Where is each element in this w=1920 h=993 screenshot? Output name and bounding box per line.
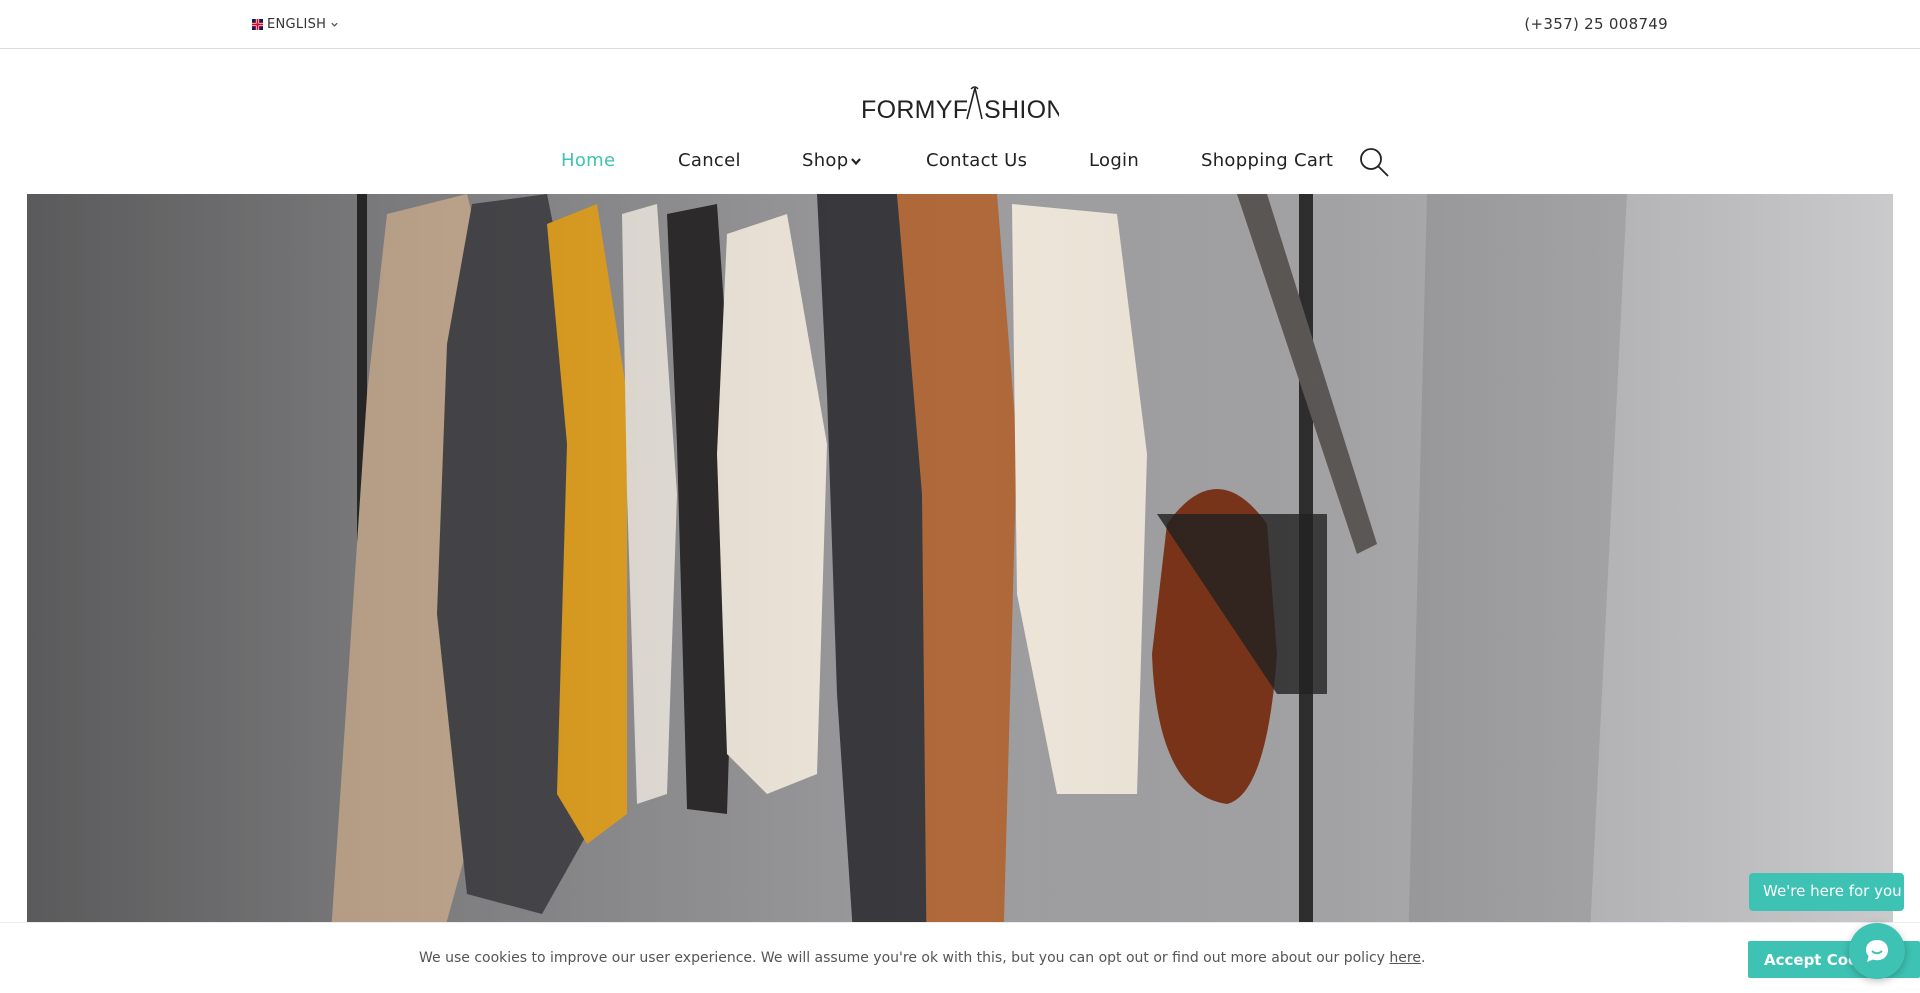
- chevron-down-icon: [851, 157, 862, 165]
- nav-item-contact-us[interactable]: Contact Us: [926, 150, 1027, 171]
- chat-greeting[interactable]: We're here for you: [1749, 873, 1904, 911]
- nav-item-shop-label: Shop: [802, 150, 849, 171]
- top-bar: ENGLISH (+357) 25 008749: [0, 0, 1920, 49]
- nav-item-shop[interactable]: Shop: [802, 150, 862, 171]
- chevron-down-icon: [331, 22, 338, 27]
- logo-text-left: FORMYF: [861, 96, 968, 121]
- hero-banner: [27, 194, 1893, 993]
- main-nav: Home Cancel Shop Contact Us Login Shoppi…: [0, 146, 1920, 178]
- nav-item-home[interactable]: Home: [561, 150, 615, 171]
- cookie-text-end: .: [1420, 950, 1426, 966]
- nav-item-cancel[interactable]: Cancel: [678, 150, 741, 171]
- chat-button[interactable]: [1849, 923, 1905, 979]
- language-selector[interactable]: ENGLISH: [252, 17, 339, 32]
- search-icon[interactable]: [1358, 146, 1390, 178]
- logo-text-right: SHION: [984, 96, 1059, 121]
- cookie-policy-link[interactable]: here: [1389, 950, 1421, 966]
- uk-flag-icon: [252, 19, 263, 30]
- phone-number[interactable]: (+357) 25 008749: [1524, 15, 1668, 33]
- nav-item-shopping-cart[interactable]: Shopping Cart: [1201, 150, 1333, 171]
- nav-item-login[interactable]: Login: [1089, 150, 1139, 171]
- chat-icon: [1866, 940, 1888, 962]
- cookie-message: We use cookies to improve our user exper…: [419, 950, 1425, 966]
- cookie-text: We use cookies to improve our user exper…: [419, 950, 1390, 966]
- hero-clothing-rack-image: [27, 194, 1893, 993]
- site-logo[interactable]: FORMYF SHION: [861, 85, 1059, 121]
- language-label: ENGLISH: [267, 17, 327, 32]
- cookie-banner: We use cookies to improve our user exper…: [0, 922, 1920, 993]
